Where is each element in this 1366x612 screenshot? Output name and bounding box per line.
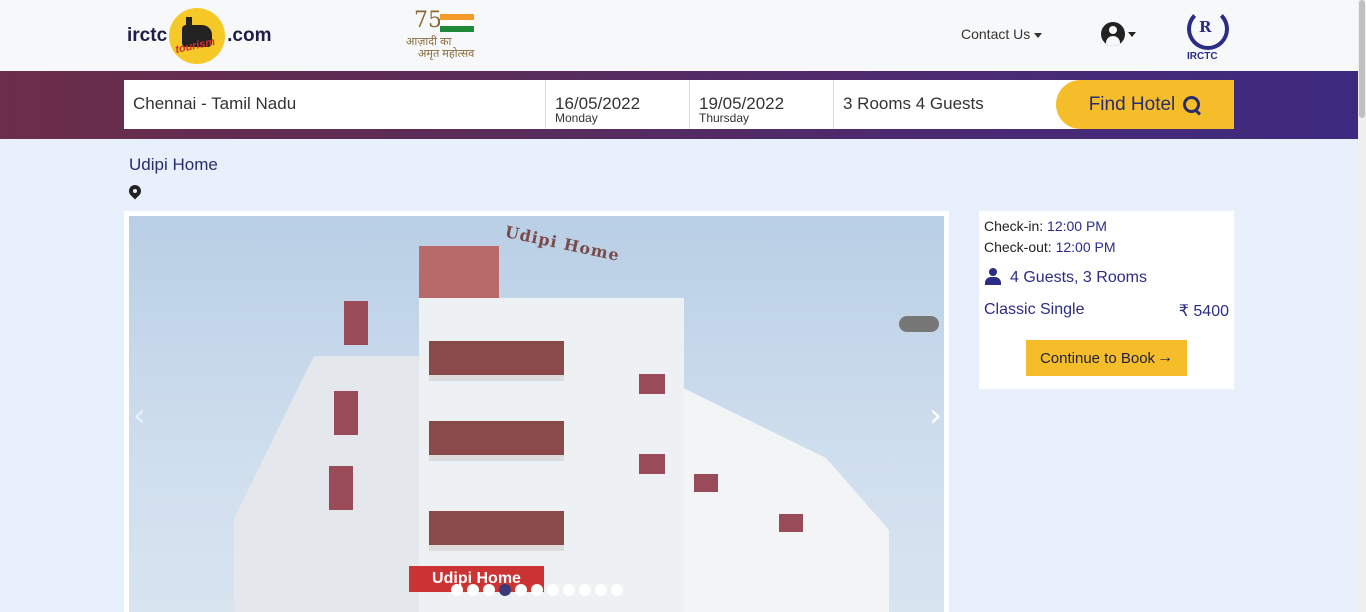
carousel-next-arrow-icon[interactable]: ›	[929, 396, 942, 434]
scrollbar-thumb[interactable]	[1359, 0, 1365, 118]
carousel-dot[interactable]	[595, 584, 607, 596]
carousel-dot[interactable]	[547, 584, 559, 596]
chevron-down-icon	[1034, 32, 1043, 38]
checkout-label: Check-out:	[984, 239, 1052, 255]
rooms-guests-value: 3 Rooms 4 Guests	[843, 94, 984, 113]
carousel-dot[interactable]	[483, 584, 495, 596]
window	[329, 466, 353, 510]
window	[639, 374, 665, 394]
hotel-gallery-container: Udipi Home Udipi Home ‹ ›	[124, 211, 949, 612]
building-tower	[419, 246, 499, 306]
azadi-line2: अमृत महोत्सव	[418, 48, 475, 60]
search-icon	[1183, 95, 1201, 114]
checkout-day: Thursday	[699, 111, 750, 125]
carousel-dot[interactable]	[611, 584, 623, 596]
carousel-dot[interactable]	[563, 584, 575, 596]
room-price: ₹ 5400	[1178, 303, 1229, 320]
user-account-menu[interactable]	[1101, 22, 1136, 46]
balcony	[429, 421, 564, 461]
carousel-dot[interactable]	[515, 584, 527, 596]
hotel-name: Udipi Home	[129, 155, 218, 174]
arrow-right-icon: →	[1157, 349, 1174, 366]
balcony	[429, 511, 564, 551]
booking-summary-card: Check-in: 12:00 PM Check-out: 12:00 PM 4…	[979, 211, 1234, 389]
carousel-dot[interactable]	[499, 584, 511, 596]
location-pin-icon[interactable]	[129, 185, 141, 201]
checkin-row: Check-in: 12:00 PM	[984, 218, 1107, 234]
window	[344, 301, 368, 345]
carousel-dot[interactable]	[467, 584, 479, 596]
checkin-time: 12:00 PM	[1047, 218, 1107, 234]
find-hotel-label: Find Hotel	[1088, 93, 1176, 115]
destination-value: Chennai - Tamil Nadu	[133, 94, 297, 113]
continue-to-book-label: Continue to Book	[1039, 349, 1156, 367]
irctc-label: IRCTC	[1187, 51, 1218, 62]
contact-us-label: Contact Us	[961, 26, 1031, 42]
window	[639, 454, 665, 474]
destination-input[interactable]: Chennai - Tamil Nadu	[124, 80, 545, 129]
irctc-emblem-logo[interactable]: R IRCTC	[1185, 8, 1231, 64]
carousel-dot[interactable]	[451, 584, 463, 596]
find-hotel-button[interactable]: Find Hotel	[1056, 80, 1234, 129]
checkout-date-field[interactable]: 19/05/2022 Thursday	[689, 80, 833, 129]
checkin-day: Monday	[555, 111, 598, 125]
checkin-date-field[interactable]: 16/05/2022 Monday	[545, 80, 689, 129]
window	[334, 391, 358, 435]
contact-us-dropdown[interactable]: Contact Us	[961, 26, 1043, 42]
checkin-label: Check-in:	[984, 218, 1044, 234]
checkout-row: Check-out: 12:00 PM	[984, 239, 1116, 255]
window	[779, 514, 803, 532]
india-flag-icon	[440, 14, 474, 32]
train-badge-icon: tourism	[169, 8, 226, 64]
logo-text-irctc: irctc	[127, 25, 168, 46]
azadi-number: 75	[414, 8, 442, 33]
room-type: Classic Single	[984, 301, 1085, 318]
irctc-letter: R	[1199, 18, 1212, 36]
page-scrollbar[interactable]	[1358, 0, 1366, 612]
carousel-dot[interactable]	[579, 584, 591, 596]
carousel-prev-arrow-icon[interactable]: ‹	[133, 396, 146, 434]
carousel-indicators	[451, 584, 623, 596]
roof-sign-text: Udipi Home	[503, 222, 622, 265]
carousel-dot[interactable]	[531, 584, 543, 596]
user-icon	[985, 268, 1001, 285]
hotel-photo-carousel[interactable]: Udipi Home Udipi Home ‹ ›	[129, 216, 944, 612]
building-right-wing	[679, 386, 889, 612]
logo-text-com: .com	[227, 25, 272, 46]
guests-rooms-summary: 4 Guests, 3 Rooms	[1010, 269, 1147, 286]
balcony	[429, 341, 564, 381]
user-avatar-icon	[1101, 22, 1125, 46]
street-lamp	[899, 316, 939, 332]
checkout-time: 12:00 PM	[1055, 239, 1116, 255]
continue-to-book-button[interactable]: Continue to Book →	[1026, 340, 1187, 376]
top-header: irctc tourism .com 75 आज़ादी का अमृत महो…	[0, 0, 1358, 71]
chevron-down-icon	[1128, 31, 1136, 37]
logo-badge-text: tourism	[174, 35, 217, 57]
window	[694, 474, 718, 492]
irctc-tourism-logo[interactable]: irctc tourism .com	[127, 8, 272, 64]
azadi-ka-amrit-mahotsav-logo: 75 आज़ादी का अमृत महोत्सव	[406, 8, 486, 60]
